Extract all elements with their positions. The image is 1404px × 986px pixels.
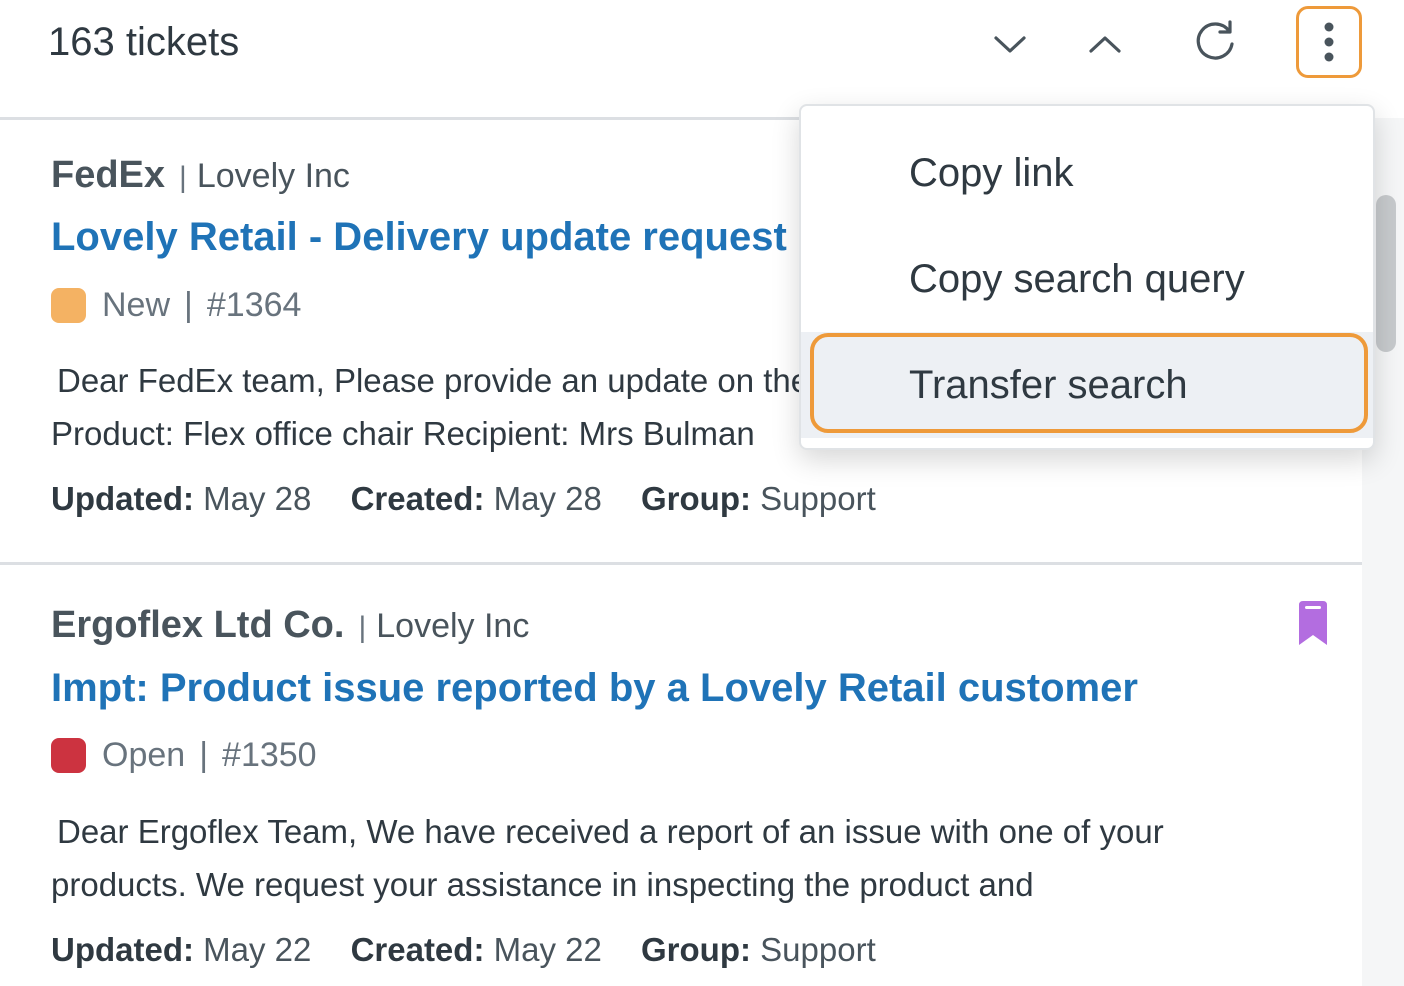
- more-options-button[interactable]: [1296, 6, 1362, 78]
- menu-item-label: Copy search query: [909, 256, 1245, 301]
- ticket-list-header: 163 tickets: [0, 0, 1404, 118]
- status-indicator: [51, 738, 86, 773]
- ticket-meta: Updated: May 22 Created: May 22 Group: S…: [51, 931, 906, 969]
- updated-value: May 28: [203, 480, 312, 517]
- status-line: New | #1364: [51, 286, 301, 325]
- updated-label: Updated:: [51, 480, 194, 517]
- separator: |: [199, 736, 209, 774]
- created-label: Created:: [350, 931, 485, 968]
- brand-name: Lovely Inc: [196, 157, 350, 195]
- ticket-count: 163 tickets: [48, 20, 240, 64]
- ticket-id: #1364: [206, 286, 302, 324]
- ticket-meta: Updated: May 28 Created: May 28 Group: S…: [51, 480, 906, 518]
- created-label: Created:: [350, 480, 485, 517]
- requester-line: Ergoflex Ltd Co. | Lovely Inc: [51, 604, 529, 647]
- preview-line: products. We request your assistance in …: [51, 866, 1034, 903]
- previous-ticket-button[interactable]: [1083, 22, 1127, 66]
- organization-name: Ergoflex Ltd Co.: [51, 604, 345, 646]
- group-label: Group:: [641, 480, 751, 517]
- updated-label: Updated:: [51, 931, 194, 968]
- next-ticket-button[interactable]: [988, 22, 1032, 66]
- created-value: May 28: [493, 480, 602, 517]
- separator: |: [184, 286, 193, 324]
- more-vertical-icon: [1324, 22, 1334, 62]
- menu-item-label: Copy link: [909, 150, 1074, 195]
- menu-item-copy-link[interactable]: Copy link: [801, 120, 1373, 226]
- created-value: May 22: [493, 931, 602, 968]
- bookmark-icon[interactable]: [1296, 599, 1330, 647]
- focus-ring: [810, 333, 1368, 433]
- ticket-preview: Dear Ergoflex Team, We have received a r…: [51, 805, 1331, 911]
- group-value: Support: [760, 480, 876, 517]
- group-label: Group:: [641, 931, 751, 968]
- status-line: Open | #1350: [51, 736, 317, 775]
- ticket-id: #1350: [222, 736, 317, 774]
- refresh-icon: [1196, 20, 1234, 60]
- ticket-card[interactable]: Ergoflex Ltd Co. | Lovely Inc Impt: Produc…: [0, 565, 1362, 986]
- organization-name: FedEx: [51, 154, 166, 196]
- ticket-subject-link[interactable]: Impt: Product issue reported by a Lovely…: [51, 666, 1138, 711]
- preview-line: Dear Ergoflex Team, We have received a r…: [57, 813, 1164, 850]
- refresh-button[interactable]: [1189, 16, 1241, 68]
- separator: |: [179, 161, 187, 194]
- brand-name: Lovely Inc: [376, 607, 530, 645]
- chevron-down-icon: [994, 36, 1026, 53]
- group-value: Support: [760, 931, 876, 968]
- status-indicator: [51, 288, 86, 323]
- updated-value: May 22: [203, 931, 312, 968]
- chevron-up-icon: [1089, 36, 1121, 53]
- separator: |: [358, 611, 367, 644]
- ticket-subject-link[interactable]: Lovely Retail - Delivery update request: [51, 215, 787, 260]
- menu-item-copy-search-query[interactable]: Copy search query: [801, 226, 1373, 332]
- scrollbar-thumb[interactable]: [1376, 195, 1396, 352]
- status-label: New: [102, 286, 171, 324]
- requester-line: FedEx | Lovely Inc: [51, 154, 350, 197]
- status-label: Open: [102, 736, 186, 774]
